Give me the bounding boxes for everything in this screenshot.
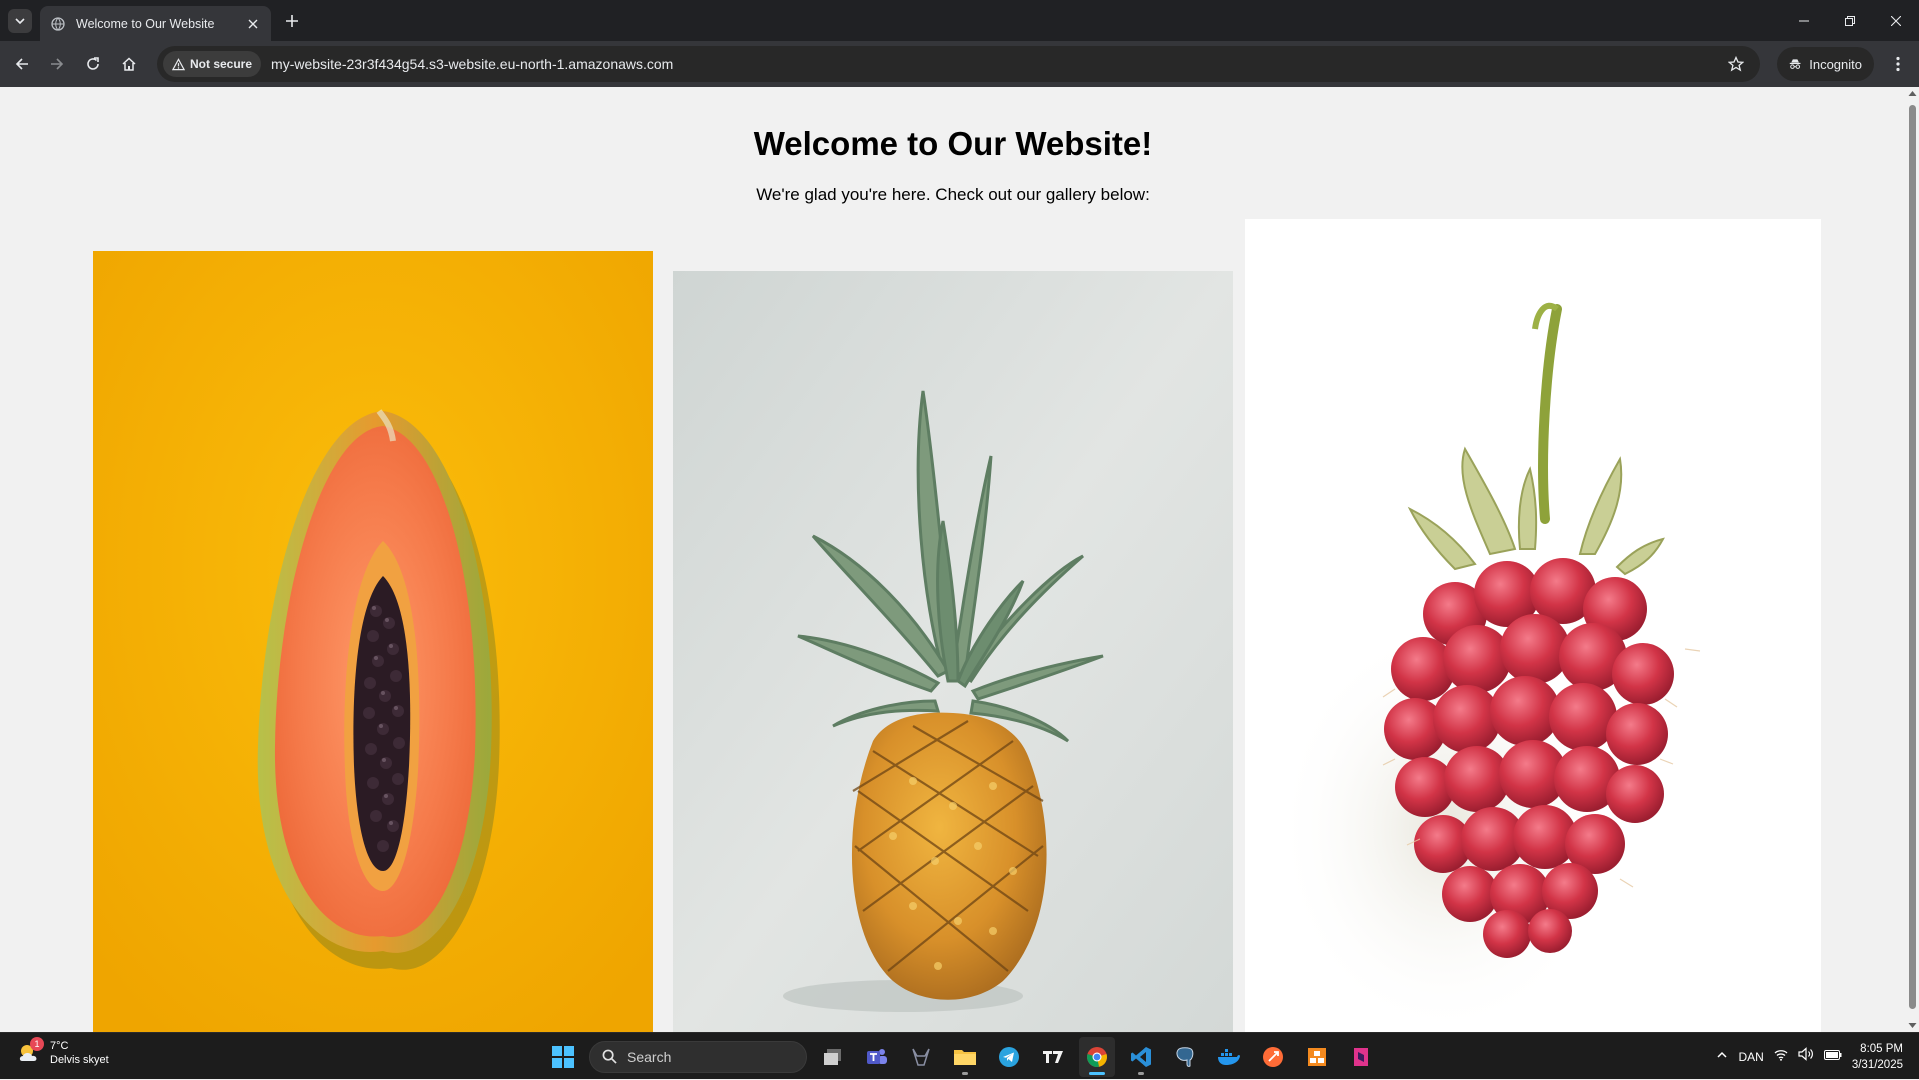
address-bar[interactable]: Not secure my-website-23r3f434g54.s3-web… — [157, 46, 1760, 82]
close-window-button[interactable] — [1873, 0, 1919, 41]
wifi-icon[interactable] — [1774, 1048, 1788, 1066]
chevron-up-icon — [1717, 1051, 1728, 1058]
task-view-icon — [824, 1048, 841, 1065]
chrome-app[interactable] — [1079, 1036, 1115, 1077]
close-icon — [1891, 15, 1901, 26]
incognito-icon — [1789, 59, 1801, 69]
search-icon — [602, 1049, 617, 1064]
postman-icon — [1263, 1046, 1283, 1067]
pink-app[interactable] — [1343, 1037, 1379, 1077]
home-icon — [122, 57, 136, 71]
minimize-button[interactable] — [1781, 0, 1827, 41]
chevron-down-icon — [15, 18, 25, 25]
postgresql-elephant-icon — [1176, 1046, 1194, 1067]
vscode-app[interactable] — [1123, 1037, 1159, 1077]
arrow-left-icon — [15, 58, 28, 70]
teams-app[interactable] — [859, 1037, 895, 1077]
postman-app[interactable] — [1255, 1037, 1291, 1077]
restore-button[interactable] — [1827, 0, 1873, 41]
bookmark-button[interactable] — [1724, 52, 1748, 76]
browser-menu-button[interactable] — [1886, 52, 1910, 76]
weather-widget[interactable]: 1 7°C Delvis skyet — [16, 1037, 109, 1067]
plus-icon — [286, 15, 298, 27]
tab-close-icon[interactable] — [245, 16, 261, 32]
incognito-profile-button[interactable]: Incognito — [1777, 47, 1874, 81]
postgresql-app[interactable] — [1167, 1037, 1203, 1077]
clock-time: 8:05 PM — [1860, 1042, 1903, 1055]
system-clock[interactable]: 8:05 PM 3/31/2025 — [1852, 1041, 1903, 1073]
telegram-app[interactable] — [991, 1037, 1027, 1077]
input-language[interactable]: DAN — [1738, 1050, 1763, 1064]
weather-temperature: 7°C — [50, 1040, 69, 1052]
restore-icon — [1845, 15, 1855, 26]
running-indicator — [1138, 1071, 1144, 1075]
incognito-label: Incognito — [1809, 56, 1862, 72]
clock-date: 3/31/2025 — [1851, 1058, 1903, 1071]
windows-logo-icon — [552, 1045, 574, 1068]
page-scrollbar[interactable] — [1906, 87, 1919, 1032]
new-tab-button[interactable] — [280, 9, 304, 33]
taskbar-search[interactable]: Search — [589, 1040, 807, 1073]
star-icon — [1728, 56, 1744, 72]
battery-icon[interactable] — [1823, 1048, 1842, 1066]
app-glyph-icon — [1354, 1047, 1368, 1066]
taskbar-apps: Search — [545, 1033, 1379, 1080]
tray-overflow-button[interactable] — [1716, 1048, 1728, 1066]
gallery-image-papaya — [93, 251, 653, 1032]
browser-toolbar: Not secure my-website-23r3f434g54.s3-web… — [0, 41, 1919, 87]
search-placeholder: Search — [627, 1048, 672, 1065]
windows-taskbar: 1 7°C Delvis skyet Search DAN 8:05 PM 3/… — [0, 1032, 1919, 1079]
chrome-icon — [1087, 1046, 1107, 1067]
reload-icon — [87, 57, 99, 70]
scrollbar-thumb[interactable] — [1909, 105, 1916, 1009]
partly-cloudy-icon: 1 — [16, 1037, 44, 1067]
file-explorer-app[interactable] — [947, 1037, 983, 1077]
tab-title: Welcome to Our Website — [76, 16, 215, 31]
teams-icon — [867, 1048, 887, 1064]
gallery-image-raspberry — [1245, 219, 1821, 1032]
typora-app[interactable] — [1035, 1037, 1071, 1077]
back-button[interactable] — [10, 52, 34, 76]
folder-icon — [954, 1049, 976, 1065]
system-tray: DAN 8:05 PM 3/31/2025 — [1716, 1033, 1919, 1080]
scroll-up-icon[interactable] — [1908, 89, 1917, 98]
task-view-button[interactable] — [815, 1037, 851, 1077]
running-indicator — [962, 1071, 968, 1075]
page-subtitle: We're glad you're here. Check out our ga… — [756, 185, 1150, 204]
home-button[interactable] — [117, 52, 141, 76]
window-controls — [1781, 0, 1919, 41]
alienware-icon — [912, 1048, 930, 1066]
weather-description: Delvis skyet — [50, 1054, 109, 1066]
url-text[interactable]: my-website-23r3f434g54.s3-website.eu-nor… — [271, 56, 1724, 72]
gallery-image-pineapple — [673, 271, 1233, 1032]
reload-button[interactable] — [81, 52, 105, 76]
security-label: Not secure — [190, 57, 253, 71]
warning-triangle-icon — [172, 57, 185, 70]
browser-tab-bar: Welcome to Our Website — [0, 0, 1919, 41]
start-button[interactable] — [545, 1037, 581, 1077]
browser-tab-active[interactable]: Welcome to Our Website — [40, 6, 271, 41]
globe-icon — [50, 16, 66, 32]
scroll-down-icon[interactable] — [1908, 1021, 1917, 1030]
page-title: Welcome to Our Website! — [753, 125, 1153, 162]
weather-alert-badge: 1 — [30, 1037, 44, 1051]
security-indicator[interactable]: Not secure — [163, 51, 262, 77]
page-viewport: Welcome to Our Website! We're glad you'r… — [0, 87, 1906, 1032]
forward-button[interactable] — [45, 52, 69, 76]
tab-search-button[interactable] — [8, 9, 32, 33]
running-indicator — [1089, 1071, 1105, 1075]
telegram-icon — [999, 1046, 1019, 1067]
network-blocks-icon — [1308, 1047, 1326, 1066]
docker-icon — [1218, 1048, 1240, 1065]
more-vertical-icon — [1896, 56, 1900, 72]
typora-icon — [1043, 1050, 1063, 1063]
docker-app[interactable] — [1211, 1037, 1247, 1077]
minimize-icon — [1799, 20, 1809, 21]
volume-icon[interactable] — [1798, 1047, 1814, 1066]
alienware-app[interactable] — [903, 1037, 939, 1077]
tailscale-app[interactable] — [1299, 1037, 1335, 1077]
arrow-right-icon — [51, 58, 64, 70]
vscode-icon — [1131, 1046, 1151, 1067]
